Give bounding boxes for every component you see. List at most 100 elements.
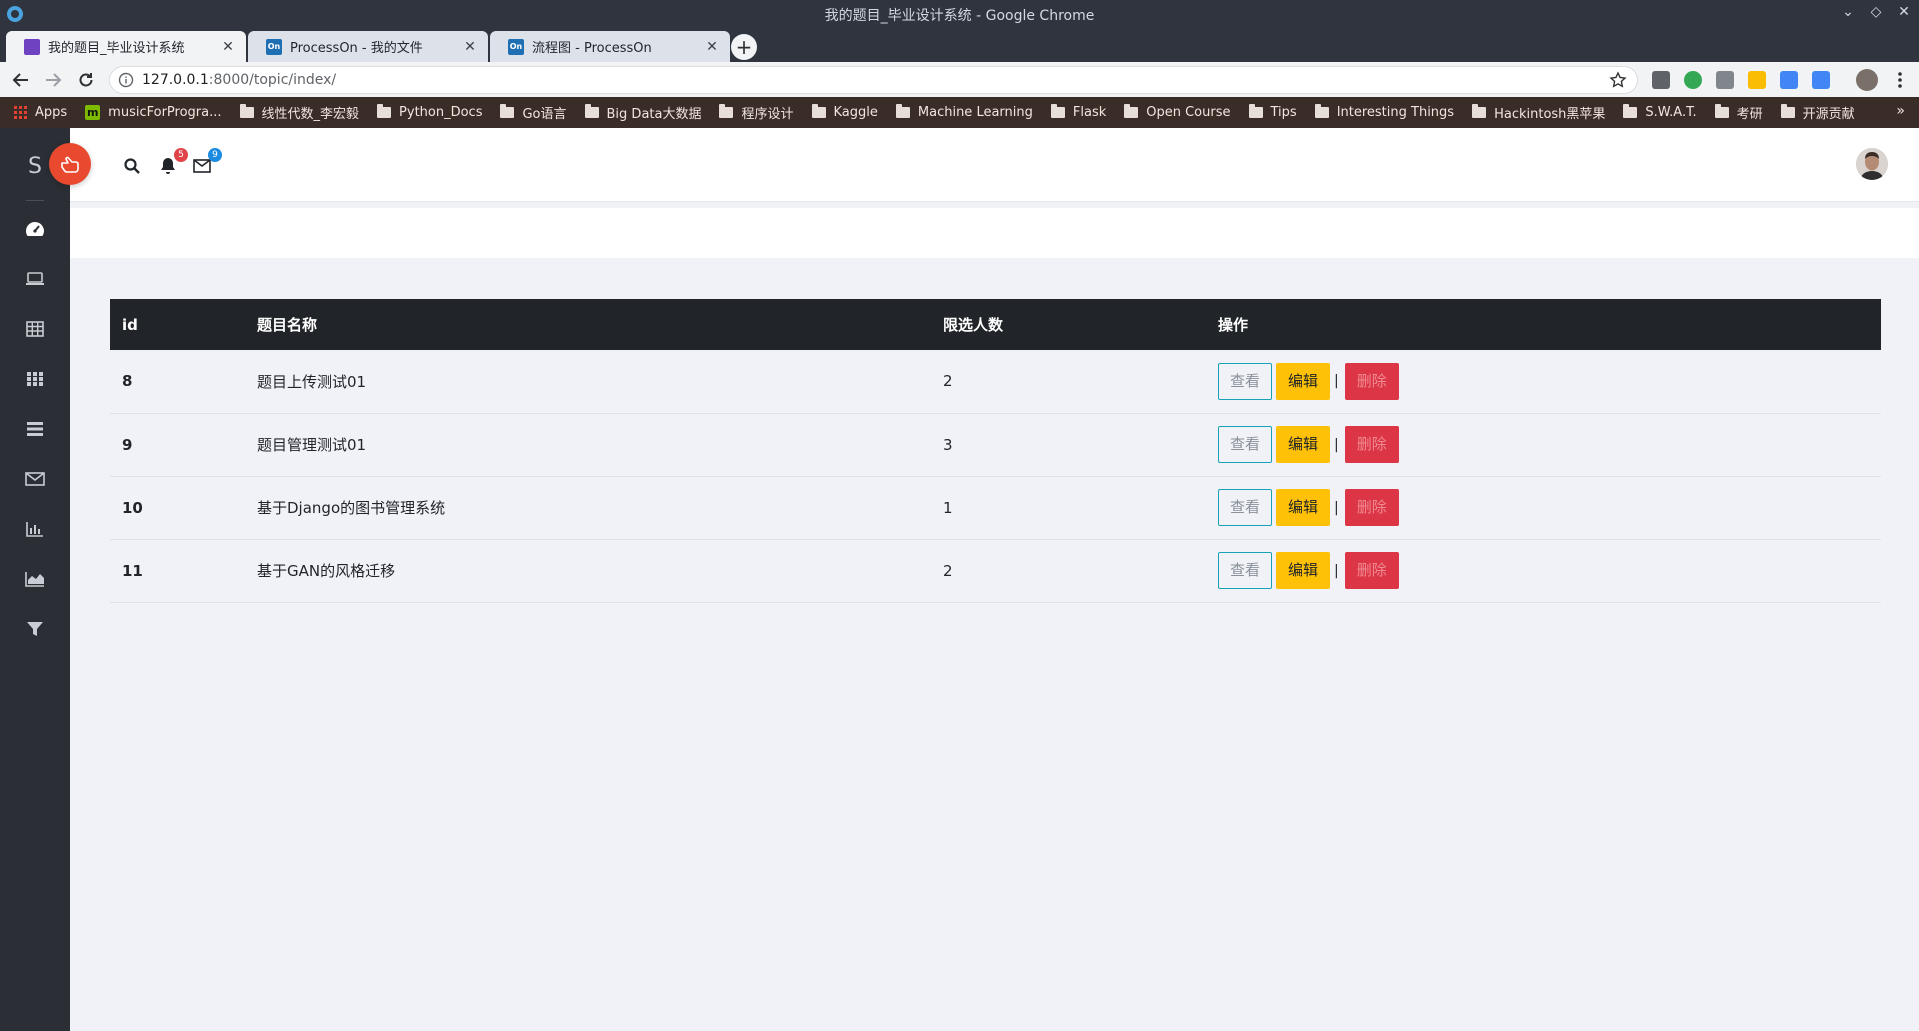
tab-processon-files[interactable]: On ProcessOn - 我的文件 ✕ xyxy=(248,31,488,62)
minimize-button[interactable]: ⌄ xyxy=(1839,4,1857,20)
notifications-button[interactable]: 5 xyxy=(156,148,188,178)
edit-button[interactable]: 编辑 xyxy=(1276,362,1331,400)
sidebar-item-filter[interactable] xyxy=(23,617,47,641)
kebab-menu-icon xyxy=(1898,72,1902,88)
delete-button[interactable]: 删除 xyxy=(1344,552,1399,589)
sidebar-item-list[interactable] xyxy=(23,417,47,441)
sidebar-item-area-chart[interactable] xyxy=(23,567,47,591)
delete-button[interactable]: 删除 xyxy=(1344,362,1399,400)
new-tab-button[interactable]: + xyxy=(731,34,757,60)
close-window-button[interactable]: ✕ xyxy=(1895,4,1913,20)
tab-label: 我的题目_毕业设计系统 xyxy=(48,41,185,56)
sidebar-item-grid[interactable] xyxy=(23,367,47,391)
bookmark-folder[interactable]: Kaggle xyxy=(811,104,878,120)
bookmark-label: Tips xyxy=(1270,105,1297,120)
close-tab-icon[interactable]: ✕ xyxy=(704,39,720,55)
browser-toolbar: 127.0.0.1:8000/topic/index/ xyxy=(0,62,1919,97)
cell-id: 10 xyxy=(122,498,143,517)
sidebar-item-dashboard[interactable] xyxy=(23,217,47,241)
reload-button[interactable] xyxy=(74,68,98,92)
bookmark-label: Hackintosh黑苹果 xyxy=(1494,107,1606,122)
bookmark-label: Interesting Things xyxy=(1336,105,1455,120)
bell-icon xyxy=(161,158,175,174)
folder-icon xyxy=(1472,104,1487,118)
area-chart-icon xyxy=(25,572,44,587)
action-separator: | xyxy=(1334,373,1339,390)
bookmark-folder[interactable]: Go语言 xyxy=(500,103,567,122)
forward-button[interactable] xyxy=(41,68,65,92)
filter-icon xyxy=(27,622,43,636)
table-row: 8 题目上传测试01 2 查看 编辑 | 删除 xyxy=(110,350,1881,413)
app-launcher-icon[interactable] xyxy=(6,5,24,23)
grid-icon xyxy=(27,372,43,386)
search-button[interactable] xyxy=(120,154,144,178)
user-avatar[interactable] xyxy=(1856,148,1888,180)
notifications-badge: 5 xyxy=(174,148,188,162)
sidebar-item-bar-chart[interactable] xyxy=(23,517,47,541)
bookmark-folder[interactable]: 线性代数_李宏毅 xyxy=(239,103,359,122)
view-button[interactable]: 查看 xyxy=(1218,552,1273,589)
extension-scholar-icon[interactable] xyxy=(1780,71,1798,89)
bookmark-folder[interactable]: Tips xyxy=(1248,104,1297,120)
address-bar[interactable]: 127.0.0.1:8000/topic/index/ xyxy=(109,66,1638,94)
info-icon[interactable] xyxy=(118,72,134,88)
profile-avatar[interactable] xyxy=(1856,69,1878,91)
action-separator: | xyxy=(1334,436,1339,453)
close-tab-icon[interactable]: ✕ xyxy=(220,39,236,55)
bookmark-music[interactable]: m musicForProgra... xyxy=(85,105,222,120)
bookmark-star-icon[interactable] xyxy=(1609,71,1627,89)
bookmark-folder[interactable]: Flask xyxy=(1050,104,1106,120)
brand-fab-button[interactable] xyxy=(49,143,91,185)
maximize-button[interactable]: ◇ xyxy=(1867,4,1885,20)
sidebar-item-laptop[interactable] xyxy=(23,267,47,291)
bookmark-apps[interactable]: Apps xyxy=(14,105,67,120)
tab-processon-flowchart[interactable]: On 流程图 - ProcessOn ✕ xyxy=(490,31,730,62)
extension-map-icon[interactable] xyxy=(1652,71,1670,89)
bookmark-folder[interactable]: Machine Learning xyxy=(895,104,1033,120)
cell-id: 9 xyxy=(122,435,133,454)
chrome-menu-button[interactable] xyxy=(1888,68,1912,92)
arrow-right-icon xyxy=(46,73,62,87)
list-icon xyxy=(27,422,43,436)
extension-chrome-icon[interactable] xyxy=(1684,71,1702,89)
messages-button[interactable]: 9 xyxy=(190,148,222,178)
bookmark-folder[interactable]: Big Data大数据 xyxy=(584,103,701,122)
cell-limit: 2 xyxy=(943,561,953,580)
extension-translate-icon[interactable] xyxy=(1812,71,1830,89)
bookmark-folder[interactable]: Interesting Things xyxy=(1314,104,1455,120)
sidebar-item-table[interactable] xyxy=(23,317,47,341)
table-header-row: id 题目名称 限选人数 操作 xyxy=(110,299,1881,350)
bookmarks-overflow-button[interactable]: » xyxy=(1896,103,1905,119)
delete-button[interactable]: 删除 xyxy=(1344,426,1399,463)
sidebar-item-mail[interactable] xyxy=(23,467,47,491)
back-button[interactable] xyxy=(9,68,33,92)
close-tab-icon[interactable]: ✕ xyxy=(462,39,478,55)
edit-button[interactable]: 编辑 xyxy=(1276,489,1331,526)
view-button[interactable]: 查看 xyxy=(1218,426,1273,463)
action-separator: | xyxy=(1334,562,1339,579)
bookmark-folder[interactable]: Hackintosh黑苹果 xyxy=(1472,103,1605,122)
bookmark-folder[interactable]: 程序设计 xyxy=(719,103,794,122)
bookmark-folder[interactable]: S.W.A.T. xyxy=(1623,104,1697,120)
view-button[interactable]: 查看 xyxy=(1218,489,1273,526)
view-button[interactable]: 查看 xyxy=(1218,362,1273,400)
messages-badge: 9 xyxy=(208,148,222,162)
user-photo-icon xyxy=(1856,148,1888,180)
edit-button[interactable]: 编辑 xyxy=(1276,426,1331,463)
table-icon xyxy=(26,321,44,337)
bookmark-folder[interactable]: 考研 xyxy=(1714,103,1763,122)
extension-stack-icon[interactable] xyxy=(1716,71,1734,89)
bookmark-folder[interactable]: Python_Docs xyxy=(377,104,482,120)
cell-name: 题目上传测试01 xyxy=(257,372,367,391)
folder-icon xyxy=(500,104,515,118)
edit-button[interactable]: 编辑 xyxy=(1276,552,1331,589)
delete-button[interactable]: 删除 xyxy=(1344,489,1399,526)
page-content: S 5 9 id 题目名称 限选人数 操作 8 题目上传测试01 2 查看 编辑… xyxy=(0,128,1919,1031)
extension-drive-icon[interactable] xyxy=(1748,71,1766,89)
column-header-actions: 操作 xyxy=(1218,316,1249,334)
bookmark-folder[interactable]: 开源贡献 xyxy=(1780,103,1855,122)
bookmark-label: musicForProgra... xyxy=(108,105,222,120)
bookmark-folder[interactable]: Open Course xyxy=(1124,104,1231,120)
tab-my-topics[interactable]: 我的题目_毕业设计系统 ✕ xyxy=(6,31,246,62)
cell-id: 11 xyxy=(122,561,143,580)
